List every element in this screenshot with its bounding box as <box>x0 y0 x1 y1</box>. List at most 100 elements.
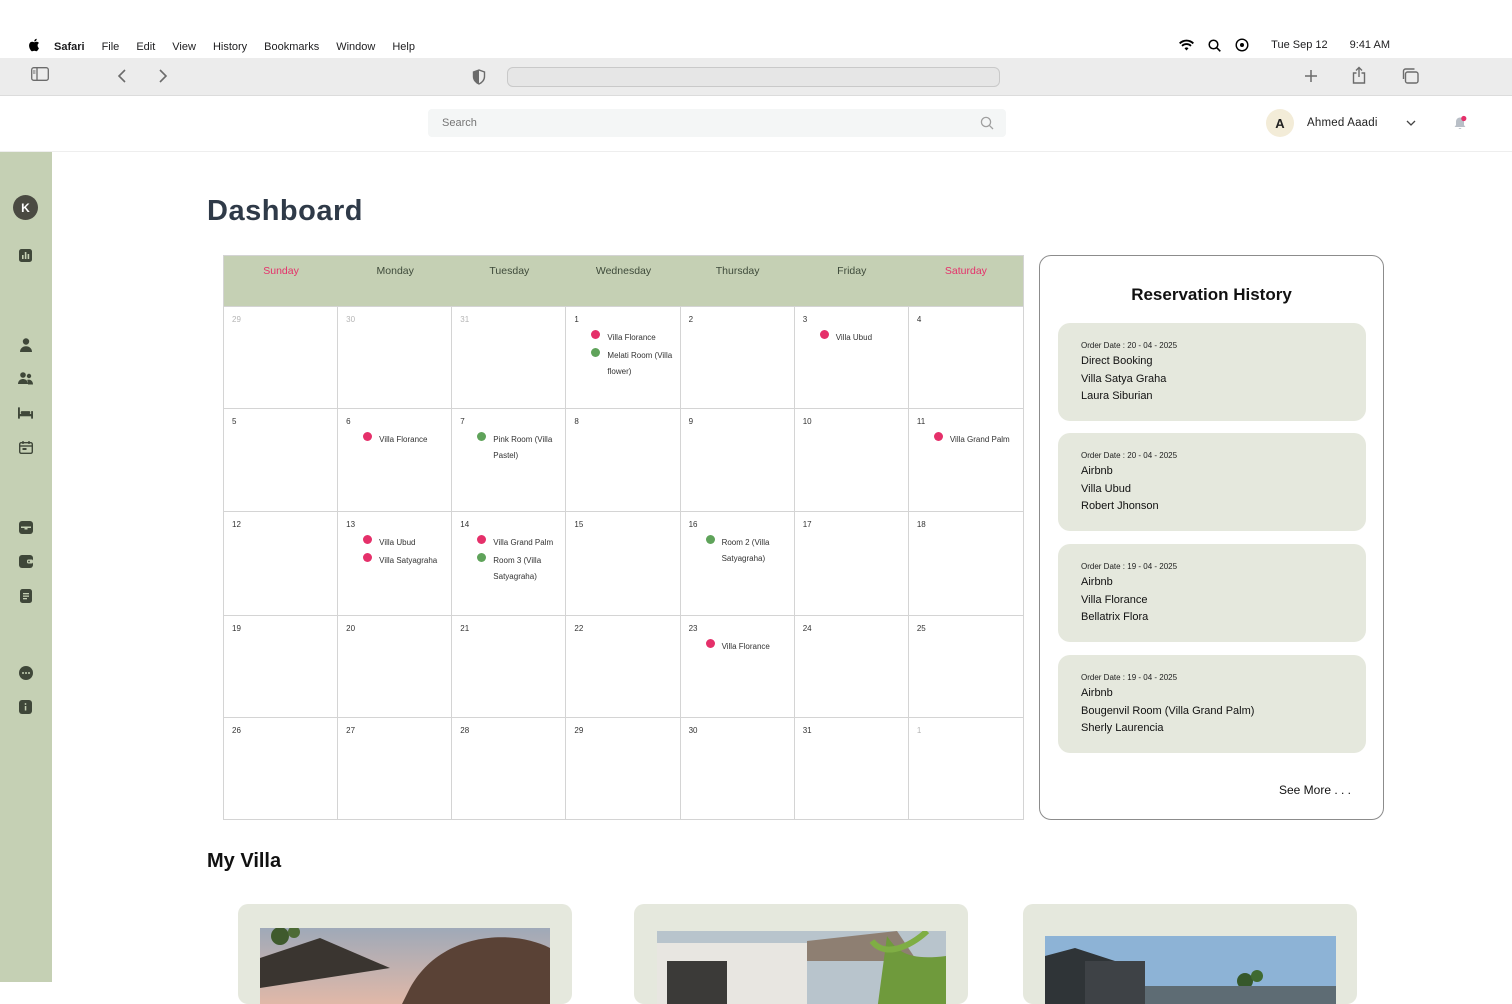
privacy-shield-icon[interactable] <box>472 69 486 85</box>
address-bar[interactable] <box>507 67 1000 87</box>
menu-window[interactable]: Window <box>336 41 375 53</box>
villa-card[interactable] <box>1023 904 1357 1004</box>
reservation-card[interactable]: Order Date : 19 - 04 - 2025 Airbnb Villa… <box>1058 544 1366 642</box>
calendar-day-cell[interactable]: 8 <box>566 408 681 511</box>
calendar-day-cell[interactable]: 30 <box>680 717 795 820</box>
see-more-link[interactable]: See More . . . <box>1279 783 1351 797</box>
calendar-day-cell[interactable]: 24 <box>794 615 909 717</box>
menu-help[interactable]: Help <box>392 41 415 53</box>
calendar-day-cell[interactable]: 21 <box>452 615 567 717</box>
calendar-day-cell[interactable]: 29 <box>566 717 681 820</box>
calendar-day-cell[interactable]: 5 <box>224 408 339 511</box>
new-tab-icon[interactable] <box>1304 69 1318 83</box>
calendar-day-cell[interactable]: 1 Villa Florance Melati Room (Villa flower… <box>566 306 681 408</box>
calendar-day-cell[interactable]: 14 Villa Grand Palm Room 3 (Villa Satyagra… <box>452 511 567 615</box>
apple-icon[interactable] <box>28 38 40 55</box>
sidebar-item-rooms[interactable] <box>18 405 33 420</box>
search-input[interactable] <box>428 109 928 137</box>
sidebar-toggle-icon[interactable] <box>31 67 49 81</box>
sidebar-item-inbox[interactable] <box>18 520 33 535</box>
menu-view[interactable]: View <box>172 41 196 53</box>
sidebar-item-calendar[interactable] <box>18 440 33 455</box>
booking-event[interactable]: Villa Grand Palm <box>917 432 1023 448</box>
calendar-day-cell[interactable]: 23 Villa Florance <box>680 615 795 717</box>
calendar-day-cell[interactable]: 31 <box>794 717 909 820</box>
sidebar-item-users[interactable] <box>18 371 33 386</box>
calendar-day-cell[interactable]: 4 <box>908 306 1023 408</box>
booking-event[interactable]: Villa Florance <box>689 639 794 655</box>
booking-event[interactable]: Villa Ubud <box>803 330 908 346</box>
booking-label: Villa Florance <box>607 333 656 342</box>
booking-event[interactable]: Room 2 (Villa Satyagraha) <box>689 535 794 567</box>
day-number: 18 <box>916 520 926 529</box>
calendar-day-cell[interactable]: 27 <box>338 717 453 820</box>
search-icon[interactable] <box>980 116 994 135</box>
reservation-card[interactable]: Order Date : 20 - 04 - 2025 Airbnb Villa… <box>1058 433 1366 531</box>
calendar-day-cell[interactable]: 2 <box>680 306 795 408</box>
reservation-card[interactable]: Order Date : 20 - 04 - 2025 Direct Booki… <box>1058 323 1366 421</box>
calendar-day-cell[interactable]: 12 <box>224 511 339 615</box>
booking-event[interactable]: Villa Satyagraha <box>346 553 451 569</box>
villa-photo <box>657 931 946 1004</box>
calendar-day-cell[interactable]: 7 Pink Room (Villa Pastel) <box>452 408 567 511</box>
sidebar-item-info[interactable] <box>18 699 33 714</box>
sidebar-item-chat[interactable] <box>18 665 33 680</box>
user-menu[interactable]: A Ahmed Aaadi <box>1266 109 1416 137</box>
calendar-day-cell[interactable]: 19 <box>224 615 339 717</box>
chevron-down-icon[interactable] <box>1406 120 1416 126</box>
sidebar-item-reports[interactable] <box>18 588 33 603</box>
sidebar-item-dashboard[interactable] <box>18 248 33 263</box>
sidebar-item-user[interactable] <box>18 337 33 352</box>
back-icon[interactable] <box>117 68 127 84</box>
calendar-day-cell[interactable]: 10 <box>794 408 909 511</box>
menu-bookmarks[interactable]: Bookmarks <box>264 41 319 53</box>
booking-event[interactable]: Pink Room (Villa Pastel) <box>460 432 565 464</box>
menu-app-name[interactable]: Safari <box>54 41 85 53</box>
sidebar-avatar[interactable]: K <box>13 195 38 220</box>
booking-event[interactable]: Villa Grand Palm <box>460 535 565 551</box>
calendar-day-cell[interactable]: 6 Villa Florance <box>338 408 453 511</box>
menu-history[interactable]: History <box>213 41 247 53</box>
calendar-day-cell[interactable]: 25 <box>908 615 1023 717</box>
menu-file[interactable]: File <box>102 41 120 53</box>
calendar-day-cell[interactable]: 13 Villa Ubud Villa Satyagraha <box>338 511 453 615</box>
forward-icon[interactable] <box>158 68 168 84</box>
share-icon[interactable] <box>1352 66 1366 84</box>
booking-event[interactable]: Melati Room (Villa flower) <box>574 348 679 380</box>
sidebar-item-wallet[interactable] <box>18 554 33 569</box>
notification-bell-icon[interactable] <box>1452 115 1468 136</box>
calendar-day-cell[interactable]: 17 <box>794 511 909 615</box>
calendar-day-cell[interactable]: 30 <box>338 306 453 408</box>
user-name[interactable]: Ahmed Aaadi <box>1307 117 1378 129</box>
calendar-day-cell[interactable]: 1 <box>908 717 1023 820</box>
menubar-date[interactable]: Tue Sep 12 <box>1271 39 1327 51</box>
menubar-time[interactable]: 9:41 AM <box>1350 39 1390 51</box>
calendar-day-cell[interactable]: 15 <box>566 511 681 615</box>
reservation-card[interactable]: Order Date : 19 - 04 - 2025 Airbnb Bouge… <box>1058 655 1366 753</box>
avatar[interactable]: A <box>1266 109 1294 137</box>
calendar-day-cell[interactable]: 9 <box>680 408 795 511</box>
villa-card[interactable] <box>238 904 572 1004</box>
booking-event[interactable]: Villa Florance <box>346 432 451 448</box>
spotlight-search-icon[interactable] <box>1208 38 1222 52</box>
calendar-day-cell[interactable]: 26 <box>224 717 339 820</box>
calendar-day-cell[interactable]: 11 Villa Grand Palm <box>908 408 1023 511</box>
villa-card[interactable] <box>634 904 968 1004</box>
calendar-day-cell[interactable]: 31 <box>452 306 567 408</box>
calendar-day-cell[interactable]: 3 Villa Ubud <box>794 306 909 408</box>
calendar-day-cell[interactable]: 28 <box>452 717 567 820</box>
booking-event[interactable]: Villa Ubud <box>346 535 451 551</box>
calendar-day-cell[interactable]: 18 <box>908 511 1023 615</box>
menu-edit[interactable]: Edit <box>136 41 155 53</box>
pink-dot-icon <box>363 535 373 544</box>
calendar-day-cell[interactable]: 16 Room 2 (Villa Satyagraha) <box>680 511 795 615</box>
booking-event[interactable]: Room 3 (Villa Satyagraha) <box>460 553 565 585</box>
booking-event[interactable]: Villa Florance <box>574 330 679 346</box>
wifi-icon[interactable] <box>1179 39 1195 51</box>
control-center-icon[interactable] <box>1235 38 1249 52</box>
calendar-day-cell[interactable]: 29 <box>224 306 339 408</box>
calendar-day-cell[interactable]: 22 <box>566 615 681 717</box>
tab-overview-icon[interactable] <box>1401 68 1419 84</box>
booking-label: Villa Florance <box>379 435 428 444</box>
calendar-day-cell[interactable]: 20 <box>338 615 453 717</box>
